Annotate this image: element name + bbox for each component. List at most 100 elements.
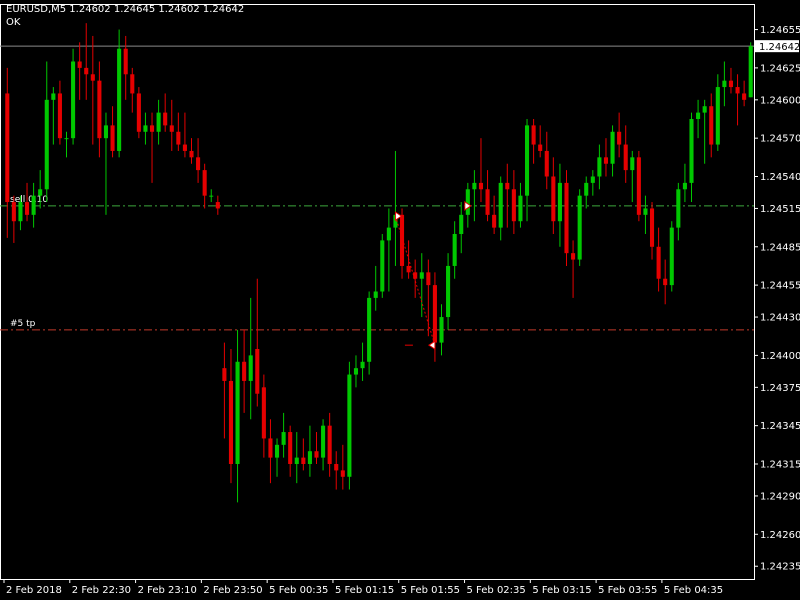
candle-body [136,93,141,132]
candle-body [511,189,516,222]
candle-body [406,265,411,273]
y-tick-label: 1.24655 [760,25,800,36]
candle-body [196,157,201,171]
candle-body [215,202,220,209]
candle-body [321,425,326,458]
candle-body [472,182,477,190]
x-tick-label: 2 Feb 2018 [6,585,62,596]
candle-body [149,125,155,132]
candle-body [255,349,260,394]
candle-body [307,451,312,464]
candle-body [110,125,115,151]
candle-body [551,176,556,222]
candle-body [373,291,378,298]
candle-body [31,195,36,215]
candle-body [261,387,266,439]
candle-body [235,361,240,464]
candle-body [288,432,293,464]
y-tick-label: 1.24290 [760,491,800,502]
candle-body [669,227,674,286]
candle-body [577,195,582,260]
y-tick-label: 1.24375 [760,383,800,394]
candle-body [360,361,365,369]
order-line-label: #5 tp [10,319,36,329]
candle-body [189,150,194,158]
y-tick-label: 1.24235 [760,562,800,573]
candle-body [524,125,530,196]
y-tick-label: 1.24315 [760,460,800,471]
y-tick-label: 1.24540 [760,172,800,183]
candle-body [294,457,299,464]
candle-body [689,119,694,183]
candle-body [301,457,306,464]
x-tick-label: 5 Feb 01:15 [335,585,394,596]
candle-body [432,285,437,343]
candle-body [748,46,753,98]
candle-body [18,202,23,222]
candle-body [327,425,332,464]
candle-body [222,368,227,381]
x-tick-label: 5 Feb 03:15 [532,585,591,596]
candle-body [117,48,122,151]
candle-body [5,93,10,203]
candle-body [590,176,595,183]
trade-close-arrow[interactable] [428,340,436,351]
candle-body [702,106,707,113]
candle-body [202,170,207,196]
x-tick-label: 5 Feb 04:35 [664,585,723,596]
candle-body [71,61,76,139]
candle-body [649,208,655,247]
candle-body [459,214,464,234]
candle-body [505,182,510,190]
candle-body [478,182,484,190]
candle-body [209,195,214,197]
price-chart[interactable]: 1.24655 1.24625 1.24600 1.24570 1.24540 1.245… [0,0,800,600]
candle-body [419,272,424,279]
candle-body [97,80,102,139]
candle-body [182,144,187,151]
x-tick-label: 5 Feb 01:55 [401,585,460,596]
candle-body [44,99,49,190]
candle-body [51,93,56,100]
candle-body [728,80,734,88]
candle-body [531,125,536,145]
x-tick-label: 5 Feb 03:55 [598,585,657,596]
candle-body [564,182,569,254]
candle-body [353,368,359,375]
candle-body [715,87,720,145]
candle-body [84,67,89,75]
chart-title: EURUSD,M5 1.24602 1.24645 1.24602 1.2464… [6,4,245,15]
status-text: OK [6,17,21,28]
y-tick-label: 1.24515 [760,204,800,215]
candle-body [103,125,109,139]
y-tick-label: 1.24345 [760,421,800,432]
candle-body [676,189,681,228]
candle-body [597,157,602,177]
candle-body [742,93,747,100]
candle-body [228,380,234,464]
y-tick-label: 1.24625 [760,63,800,74]
candle-body [656,246,661,279]
candle-body [248,355,253,381]
x-tick-label: 5 Feb 00:35 [269,585,328,596]
candle-body [485,189,490,215]
candle-body [722,80,727,88]
candle-body [413,272,418,279]
candle-body [163,112,168,126]
y-tick-label: 1.24400 [760,351,800,362]
candle-body [709,106,714,145]
candle-body [57,93,62,139]
candle-body [571,253,576,260]
x-tick-label: 2 Feb 23:50 [203,585,262,596]
candle-body [90,74,95,81]
x-tick-label: 2 Feb 22:30 [72,585,131,596]
y-tick-label: 1.24570 [760,134,800,145]
y-tick-label: 1.24260 [760,530,800,541]
candle-body [77,61,82,68]
candle-body [492,214,497,228]
candle-body [130,74,135,94]
y-tick-label: 1.24485 [760,242,800,253]
candle-body [643,208,648,215]
candle-body [557,182,562,222]
candle-body [268,438,273,458]
